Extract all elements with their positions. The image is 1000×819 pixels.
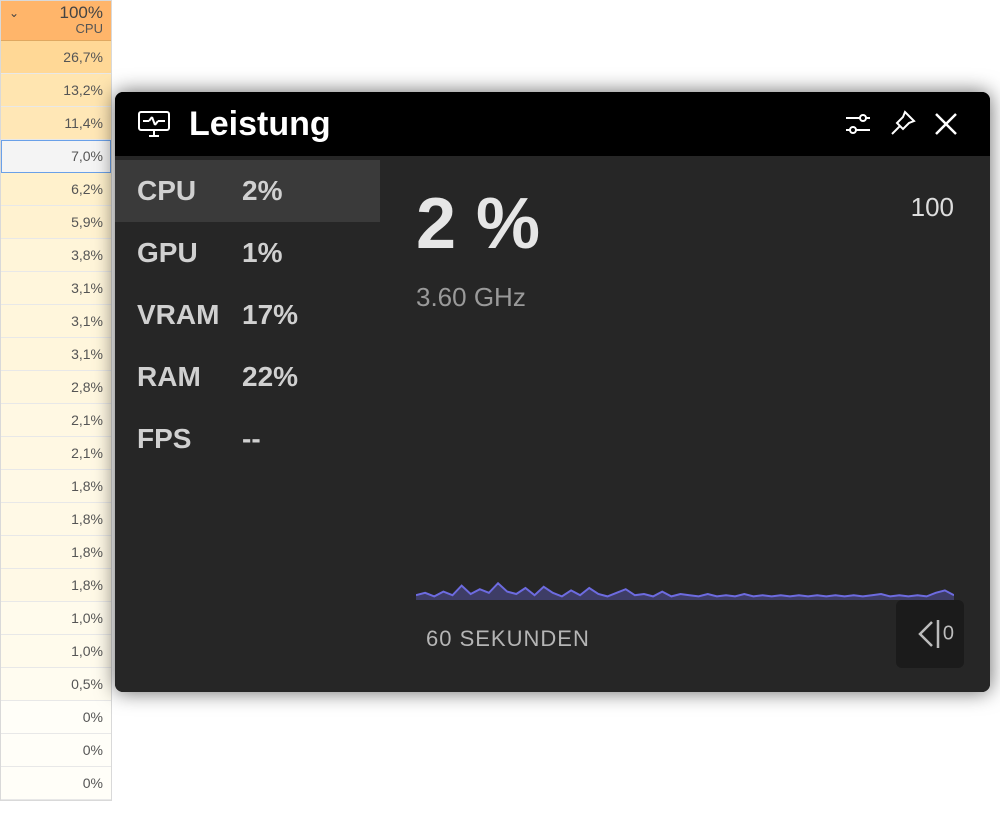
overlay-title: Leistung — [189, 105, 331, 144]
cpu-cell[interactable]: 7,0% — [1, 140, 111, 173]
cpu-cell[interactable]: 6,2% — [1, 173, 111, 206]
cpu-cell[interactable]: 1,8% — [1, 536, 111, 569]
cpu-cell[interactable]: 3,1% — [1, 338, 111, 371]
metric-value: 17% — [242, 299, 298, 331]
metric-name: FPS — [137, 423, 242, 455]
cpu-usage-column: ⌄ 100% CPU 26,7%13,2%11,4%7,0%6,2%5,9%3,… — [0, 0, 112, 801]
cpu-header-pct: 100% — [60, 3, 103, 23]
cpu-cell[interactable]: 1,8% — [1, 569, 111, 602]
usage-chart — [416, 480, 954, 600]
metric-vram[interactable]: VRAM17% — [115, 284, 380, 346]
cpu-cell[interactable]: 3,1% — [1, 305, 111, 338]
cpu-cell[interactable]: 26,7% — [1, 41, 111, 74]
performance-overlay: Leistung CPU2%GPU1%VRAM17%RAM22%FPS-- 10… — [115, 92, 990, 692]
cpu-cell[interactable]: 0% — [1, 701, 111, 734]
cpu-cell[interactable]: 1,0% — [1, 635, 111, 668]
pin-icon[interactable] — [880, 102, 924, 146]
cpu-cell[interactable]: 1,8% — [1, 470, 111, 503]
cpu-cell[interactable]: 2,1% — [1, 404, 111, 437]
metric-name: CPU — [137, 175, 242, 207]
metric-fps[interactable]: FPS-- — [115, 408, 380, 470]
overlay-main: 100 2 % 3.60 GHz 60 SEKUNDEN 0 — [380, 156, 990, 692]
cpu-cell[interactable]: 3,1% — [1, 272, 111, 305]
metric-name: VRAM — [137, 299, 242, 331]
cpu-cell[interactable]: 13,2% — [1, 74, 111, 107]
metric-name: GPU — [137, 237, 242, 269]
metric-cpu[interactable]: CPU2% — [115, 160, 380, 222]
metric-gpu[interactable]: GPU1% — [115, 222, 380, 284]
metric-value: 22% — [242, 361, 298, 393]
metric-value: 1% — [242, 237, 282, 269]
cpu-cell[interactable]: 1,8% — [1, 503, 111, 536]
cpu-cell[interactable]: 0% — [1, 734, 111, 767]
x-axis-label: 60 SEKUNDEN — [426, 626, 590, 652]
settings-sliders-icon[interactable] — [836, 102, 880, 146]
metric-name: RAM — [137, 361, 242, 393]
cpu-header-label: CPU — [76, 21, 103, 36]
cpu-cell[interactable]: 11,4% — [1, 107, 111, 140]
cpu-frequency: 3.60 GHz — [416, 282, 954, 313]
close-icon[interactable] — [924, 102, 968, 146]
metric-sidebar: CPU2%GPU1%VRAM17%RAM22%FPS-- — [115, 156, 380, 692]
cpu-cell[interactable]: 1,0% — [1, 602, 111, 635]
y-max-label: 100 — [911, 192, 954, 223]
cpu-cell[interactable]: 2,1% — [1, 437, 111, 470]
cpu-column-header[interactable]: ⌄ 100% CPU — [1, 1, 111, 41]
snap-right-button[interactable]: 0 — [896, 600, 964, 668]
cpu-cell[interactable]: 3,8% — [1, 239, 111, 272]
cpu-cell[interactable]: 0,5% — [1, 668, 111, 701]
metric-value: -- — [242, 423, 261, 455]
chevron-down-icon: ⌄ — [9, 6, 19, 20]
cpu-cell[interactable]: 2,8% — [1, 371, 111, 404]
big-percentage: 2 % — [416, 188, 954, 260]
metric-value: 2% — [242, 175, 282, 207]
monitor-icon — [137, 109, 171, 139]
metric-ram[interactable]: RAM22% — [115, 346, 380, 408]
overlay-titlebar: Leistung — [115, 92, 990, 156]
snap-label: 0 — [943, 623, 954, 646]
cpu-cell[interactable]: 0% — [1, 767, 111, 800]
cpu-cell[interactable]: 5,9% — [1, 206, 111, 239]
